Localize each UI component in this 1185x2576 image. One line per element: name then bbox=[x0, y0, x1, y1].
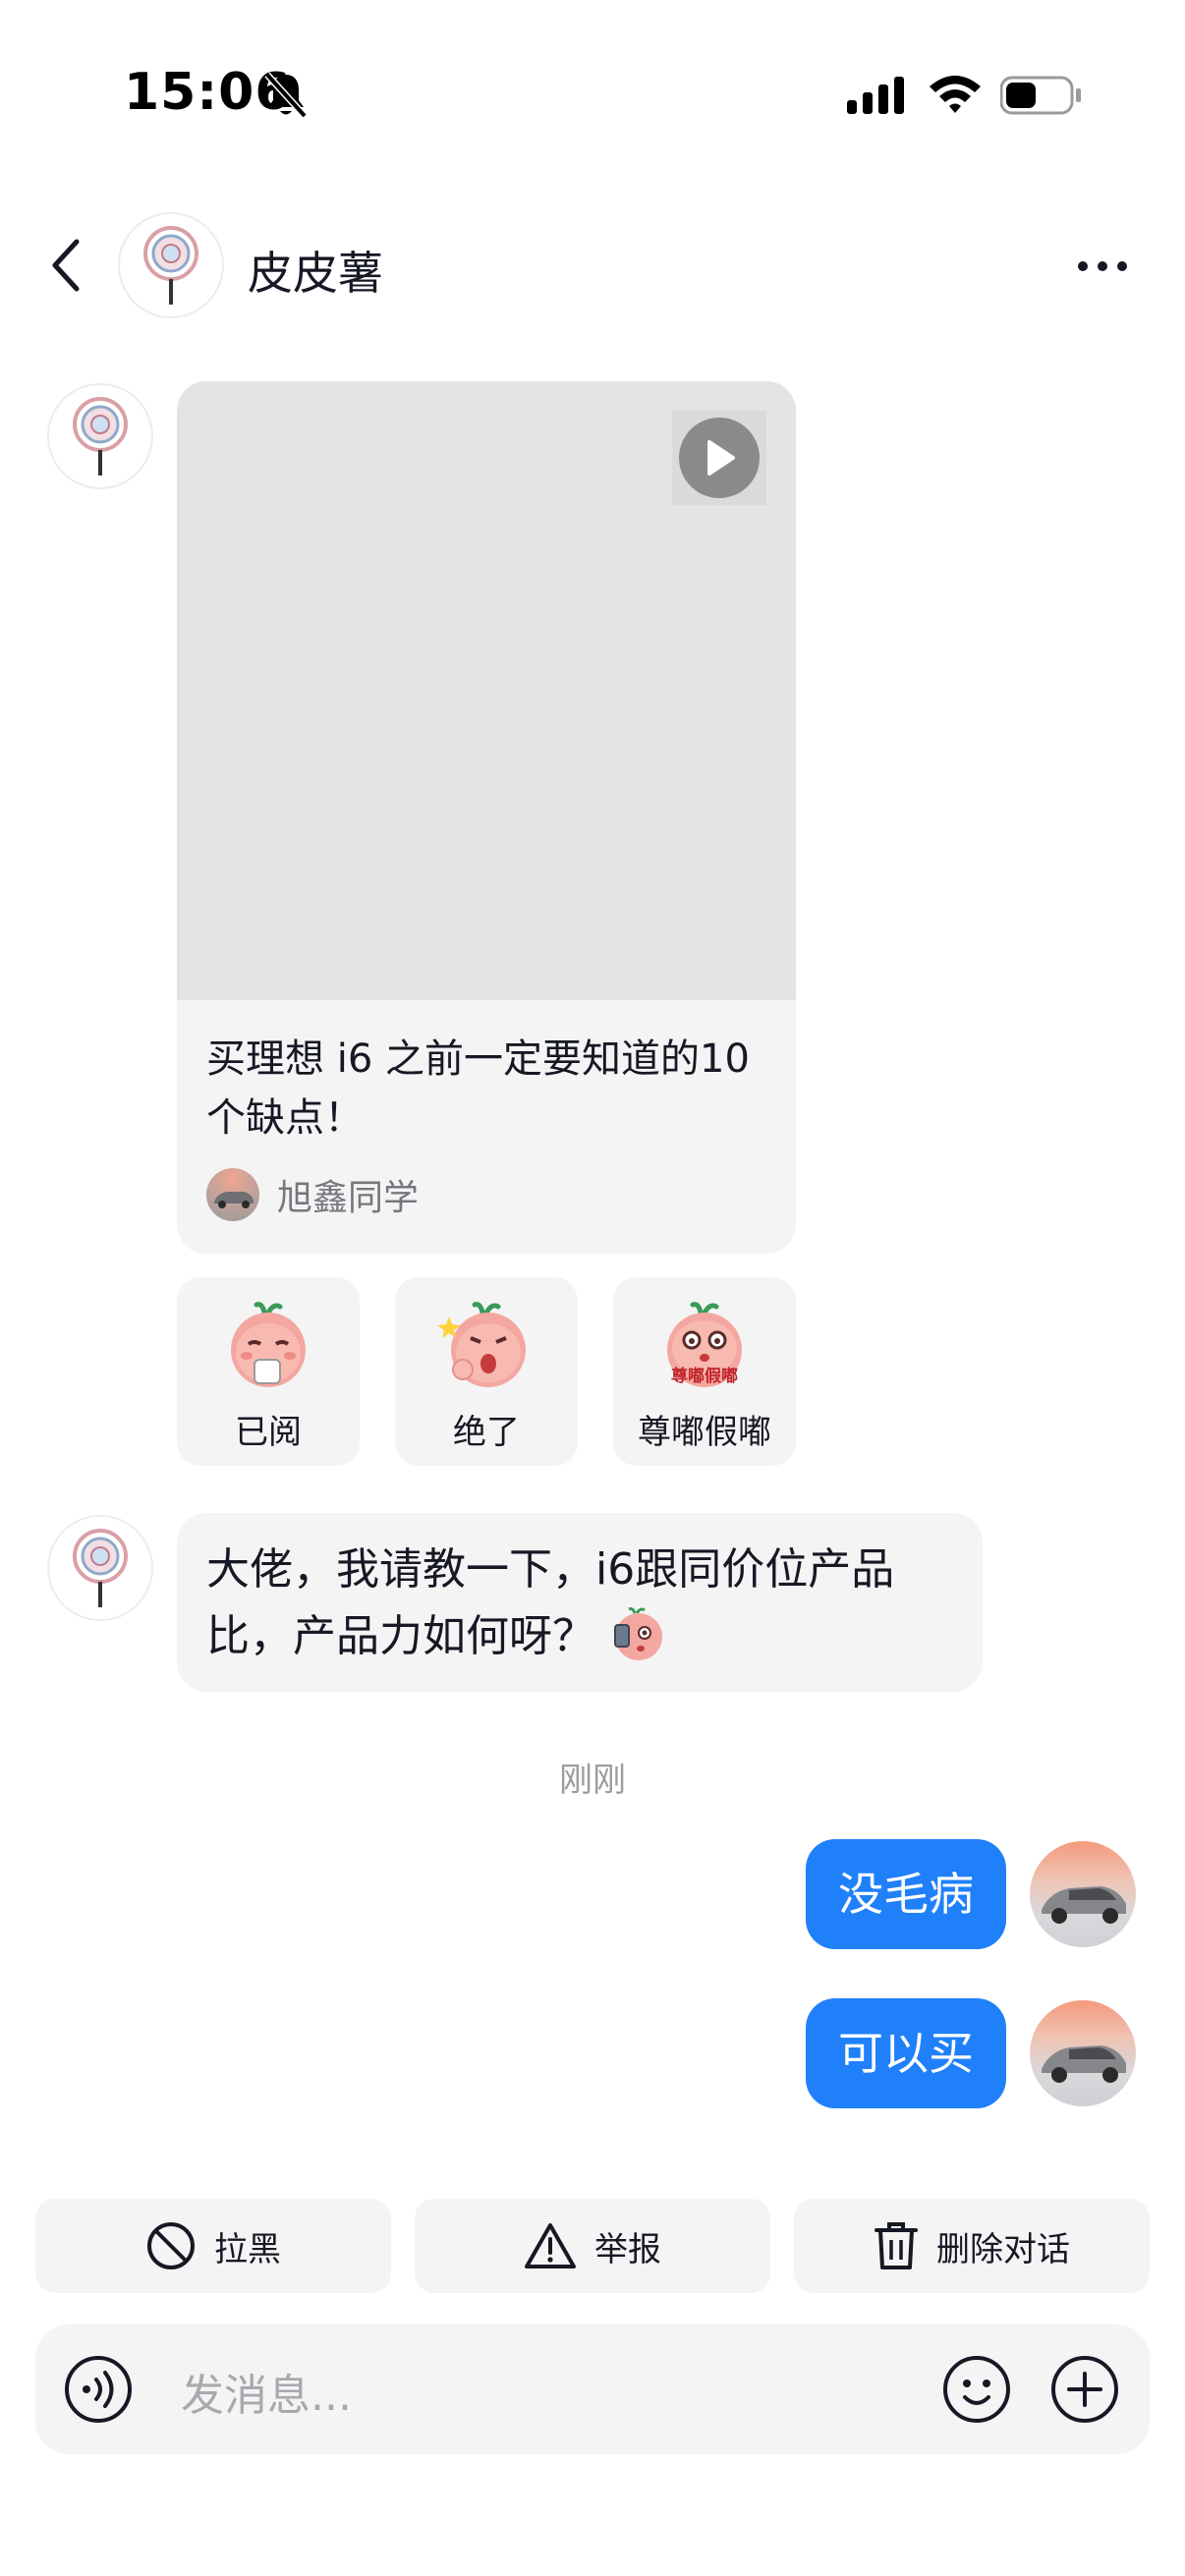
emoji-icon[interactable] bbox=[941, 2354, 1012, 2425]
reaction-sticker[interactable]: 已阅 bbox=[177, 1277, 360, 1466]
play-button[interactable] bbox=[672, 411, 766, 505]
delete-conversation-label: 删除对话 bbox=[936, 2229, 1070, 2269]
voice-icon[interactable] bbox=[63, 2354, 134, 2425]
sent-message-bubble[interactable]: 没毛病 bbox=[806, 1839, 1006, 1949]
block-icon bbox=[147, 2222, 195, 2269]
peach-reading-sticker-icon bbox=[231, 1302, 306, 1387]
my-avatar[interactable] bbox=[1030, 1841, 1136, 1947]
shared-video-card[interactable]: 买理想 i6 之前一定要知道的10个缺点！ 旭鑫同学 bbox=[177, 381, 796, 1254]
contact-avatar[interactable] bbox=[118, 212, 224, 318]
chat-header: 皮皮薯 bbox=[0, 196, 1185, 334]
more-icon[interactable] bbox=[1075, 252, 1130, 281]
delete-conversation-button[interactable]: 删除对话 bbox=[794, 2199, 1150, 2293]
signal-icon bbox=[847, 77, 904, 114]
message-input-bar: 发消息... bbox=[35, 2324, 1150, 2454]
reaction-label: 已阅 bbox=[235, 1413, 302, 1452]
contact-name[interactable]: 皮皮薯 bbox=[248, 238, 383, 303]
wifi-icon bbox=[930, 76, 981, 113]
message-text: 大佬，我请教一下，i6跟同价位产品比，产品力如何呀？ bbox=[206, 1544, 895, 1661]
lollipop-avatar-icon bbox=[143, 226, 198, 305]
peach-phone-emoji-icon bbox=[614, 1607, 662, 1660]
car-icon bbox=[214, 1192, 254, 1208]
sent-message-bubble[interactable]: 可以买 bbox=[806, 1998, 1006, 2108]
received-message-bubble[interactable]: 大佬，我请教一下，i6跟同价位产品比，产品力如何呀？ bbox=[177, 1513, 983, 1692]
plus-icon[interactable] bbox=[1049, 2354, 1120, 2425]
trash-icon bbox=[875, 2222, 918, 2269]
lollipop-avatar-icon bbox=[73, 397, 128, 476]
svg-text:尊嘟假嘟: 尊嘟假嘟 bbox=[671, 1366, 738, 1386]
reaction-label: 绝了 bbox=[453, 1413, 520, 1452]
back-icon[interactable] bbox=[43, 236, 92, 295]
battery-icon bbox=[1000, 76, 1081, 115]
peach-amazed-sticker-icon bbox=[437, 1302, 526, 1387]
bell-slash-icon bbox=[264, 72, 308, 119]
reaction-sticker[interactable]: 尊嘟假嘟 尊嘟假嘟 bbox=[613, 1277, 796, 1466]
block-label: 拉黑 bbox=[214, 2229, 281, 2269]
my-avatar[interactable] bbox=[1030, 2000, 1136, 2106]
message-timestamp: 刚刚 bbox=[559, 1761, 626, 1800]
contact-avatar[interactable] bbox=[47, 1515, 153, 1621]
reaction-sticker[interactable]: 绝了 bbox=[395, 1277, 578, 1466]
report-button[interactable]: 举报 bbox=[415, 2199, 770, 2293]
peach-really-sticker-icon: 尊嘟假嘟 bbox=[667, 1302, 742, 1387]
video-author[interactable]: 旭鑫同学 bbox=[206, 1167, 419, 1222]
message-input[interactable]: 发消息... bbox=[181, 2360, 352, 2423]
play-icon bbox=[707, 440, 735, 476]
car-icon bbox=[1042, 2045, 1126, 2083]
author-name: 旭鑫同学 bbox=[277, 1178, 420, 1218]
lollipop-avatar-icon bbox=[73, 1529, 128, 1607]
video-title[interactable]: 买理想 i6 之前一定要知道的10个缺点！ bbox=[206, 1030, 776, 1148]
author-avatar bbox=[206, 1168, 259, 1221]
reaction-label: 尊嘟假嘟 bbox=[638, 1413, 771, 1452]
video-thumbnail[interactable] bbox=[177, 381, 796, 1000]
status-bar: 15:06 bbox=[0, 0, 1185, 187]
warning-icon bbox=[525, 2223, 576, 2268]
car-icon bbox=[1042, 1886, 1126, 1924]
block-button[interactable]: 拉黑 bbox=[35, 2199, 391, 2293]
contact-avatar[interactable] bbox=[47, 383, 153, 489]
report-label: 举报 bbox=[594, 2229, 661, 2269]
